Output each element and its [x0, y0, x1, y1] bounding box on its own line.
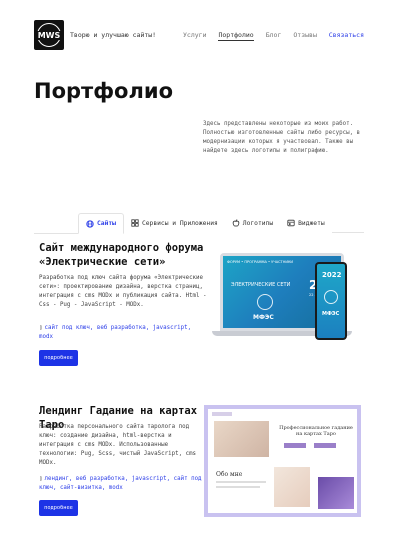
project-title: Сайт международного форума «Электрически… [39, 242, 204, 268]
apple-icon [232, 219, 240, 227]
tab-sites-label: Сайты [97, 220, 116, 227]
phone-brand: МФЭС [322, 311, 340, 317]
project-description: Разработка под ключ сайта форума «Электр… [39, 275, 207, 308]
project-mockup-tarot[interactable]: Профессиональное гадание на картах Таро … [204, 405, 361, 517]
project-description: Разработка персонального сайта таролога … [39, 424, 197, 466]
details-button[interactable]: подробнее [39, 500, 78, 516]
site-header: MWS Творю и улучшаю сайты! Услуги Портфо… [0, 0, 400, 58]
nav-item-blog[interactable]: Блог [266, 31, 282, 41]
widget-icon [287, 219, 295, 227]
phone-year: 2022 [322, 271, 342, 279]
intro-text: Здесь представлены некоторые из моих раб… [203, 121, 361, 154]
mockup-photo-purple [318, 477, 354, 509]
mockup-logo [212, 412, 232, 416]
tab-widgets[interactable]: Виджеты [280, 213, 332, 233]
page-title: Портфолио [34, 79, 173, 103]
project-tags-text[interactable]: лендинг, веб разработка, javascript, сай… [39, 476, 202, 491]
tagline: Творю и улучшаю сайты! [70, 31, 157, 39]
tab-logos-label: Логотипы [242, 219, 274, 227]
tab-widgets-label: Виджеты [298, 219, 325, 227]
tag-icon: ▯ [39, 325, 43, 331]
tabs-divider [34, 233, 78, 234]
project-tags-text[interactable]: сайт под ключ, веб разработка, javascrip… [39, 325, 191, 340]
tab-logos[interactable]: Логотипы [224, 213, 281, 233]
contact-link[interactable]: Связаться [329, 31, 364, 39]
tab-services-label: Сервисы и Приложения [141, 219, 218, 227]
grid-icon [131, 219, 139, 227]
mockup-brand: МФЭС [253, 314, 274, 321]
project-mockup-phone[interactable]: 2022 МФЭС [315, 262, 347, 340]
mockup-cards-image [274, 467, 310, 507]
nav-item-reviews[interactable]: Отзывы [293, 31, 316, 41]
mockup-photo [214, 421, 269, 457]
nav-item-portfolio[interactable]: Портфолио [218, 31, 254, 41]
portfolio-tabs: Сайты Сервисы и Приложения Логотипы Видж… [78, 213, 364, 234]
snowflake-icon [257, 294, 273, 310]
mockup-about: Обо мне [216, 471, 243, 478]
mockup-heading: Профессиональное гадание на картах Таро [279, 425, 353, 437]
snowflake-icon [324, 290, 338, 304]
mockup-button [284, 443, 306, 448]
mockup-text-line [216, 481, 266, 483]
mockup-button [314, 443, 336, 448]
project-tags: ▯ лендинг, веб разработка, javascript, са… [39, 475, 204, 493]
details-button[interactable]: подробнее [39, 350, 78, 366]
tab-sites[interactable]: Сайты [78, 213, 124, 234]
mockup-header-text: ФОРУМ • ПРОГРАММА • УЧАСТНИКИ [227, 260, 294, 264]
nav-item-services[interactable]: Услуги [183, 31, 206, 41]
tag-icon: ▯ [39, 476, 43, 482]
mockup-heading: ЭЛЕКТРИЧЕСКИЕ СЕТИ [231, 282, 291, 288]
tab-services[interactable]: Сервисы и Приложения [123, 213, 225, 233]
site-logo[interactable]: MWS [34, 20, 64, 50]
main-nav: Услуги Портфолио Блог Отзывы [183, 31, 317, 41]
globe-icon [86, 219, 94, 228]
phone-screen: 2022 МФЭС [317, 264, 345, 338]
project-tags: ▯ сайт под ключ, веб разработка, javascri… [39, 324, 204, 342]
tarot-screen: Профессиональное гадание на картах Таро … [208, 409, 357, 513]
mockup-text-line [216, 486, 260, 488]
